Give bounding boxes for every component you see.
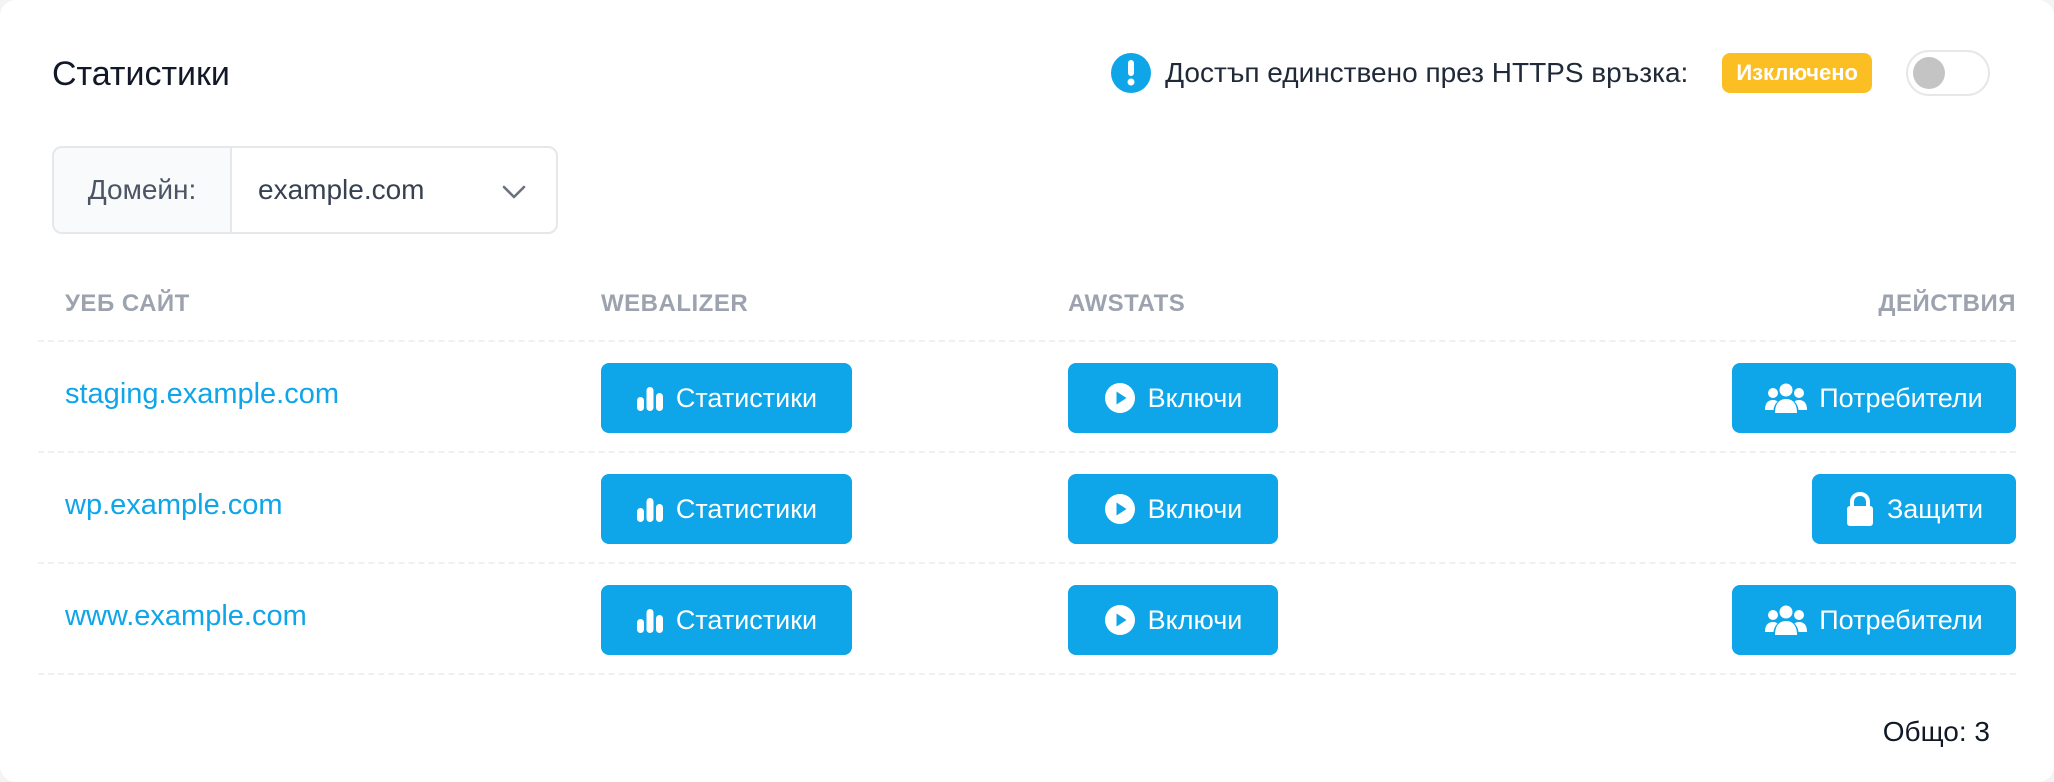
- chevron-down-icon: [502, 174, 526, 206]
- table-row: www.example.com Статистики Включи Потреб…: [38, 564, 2016, 675]
- button-label: Включи: [1147, 604, 1243, 635]
- bar-chart-icon: [636, 385, 664, 411]
- users-icon: [1765, 382, 1808, 414]
- https-label: Достъп единствено през HTTPS връзка:: [1165, 57, 1689, 88]
- header-site: УЕБ САЙТ: [65, 290, 190, 317]
- domain-select[interactable]: example.com: [232, 148, 556, 232]
- button-label: Статистики: [675, 382, 818, 413]
- webalizer-stats-button[interactable]: Статистики: [601, 585, 852, 655]
- table-row: wp.example.com Статистики Включи Защити: [38, 453, 2016, 564]
- button-label: Потребители: [1819, 382, 1983, 413]
- sites-table: УЕБ САЙТ WEBALIZER AWSTATS ДЕЙСТВИЯ stag…: [38, 270, 2016, 675]
- domain-selector: Домейн: example.com: [52, 146, 558, 234]
- users-button[interactable]: Потребители: [1732, 585, 2016, 655]
- button-label: Включи: [1147, 382, 1243, 413]
- button-label: Потребители: [1819, 604, 1983, 635]
- domain-label: Домейн:: [54, 148, 232, 232]
- protect-button[interactable]: Защити: [1812, 474, 2016, 544]
- awstats-enable-button[interactable]: Включи: [1068, 474, 1278, 544]
- users-icon: [1765, 604, 1808, 636]
- page-title: Статистики: [52, 55, 230, 93]
- table-row: staging.example.com Статистики Включи По…: [38, 342, 2016, 453]
- site-link[interactable]: wp.example.com: [65, 489, 283, 522]
- domain-selected-value: example.com: [258, 174, 425, 205]
- header-actions: ДЕЙСТВИЯ: [1878, 290, 2016, 317]
- info-icon: [1111, 53, 1152, 93]
- https-setting: Достъп единствено през HTTPS връзка: Изк…: [1111, 48, 1990, 98]
- play-circle-icon: [1104, 604, 1136, 636]
- lock-icon: [1845, 492, 1875, 526]
- play-circle-icon: [1104, 382, 1136, 414]
- header-webalizer: WEBALIZER: [601, 290, 749, 317]
- statistics-panel: Статистики Достъп единствено през HTTPS …: [0, 0, 2054, 782]
- button-label: Защити: [1886, 493, 1984, 524]
- status-badge: Изключено: [1722, 53, 1872, 93]
- button-label: Статистики: [675, 604, 818, 635]
- awstats-enable-button[interactable]: Включи: [1068, 363, 1278, 433]
- total-count: Общо: 3: [1882, 716, 1990, 747]
- site-link[interactable]: www.example.com: [65, 600, 307, 633]
- bar-chart-icon: [636, 607, 664, 633]
- webalizer-stats-button[interactable]: Статистики: [601, 474, 852, 544]
- header-awstats: AWSTATS: [1068, 290, 1186, 317]
- awstats-enable-button[interactable]: Включи: [1068, 585, 1278, 655]
- button-label: Включи: [1147, 493, 1243, 524]
- toggle-knob: [1913, 57, 1945, 89]
- bar-chart-icon: [636, 496, 664, 522]
- button-label: Статистики: [675, 493, 818, 524]
- users-button[interactable]: Потребители: [1732, 363, 2016, 433]
- table-header: УЕБ САЙТ WEBALIZER AWSTATS ДЕЙСТВИЯ: [38, 270, 2016, 342]
- https-toggle[interactable]: [1906, 50, 1990, 96]
- site-link[interactable]: staging.example.com: [65, 378, 339, 411]
- play-circle-icon: [1104, 493, 1136, 525]
- webalizer-stats-button[interactable]: Статистики: [601, 363, 852, 433]
